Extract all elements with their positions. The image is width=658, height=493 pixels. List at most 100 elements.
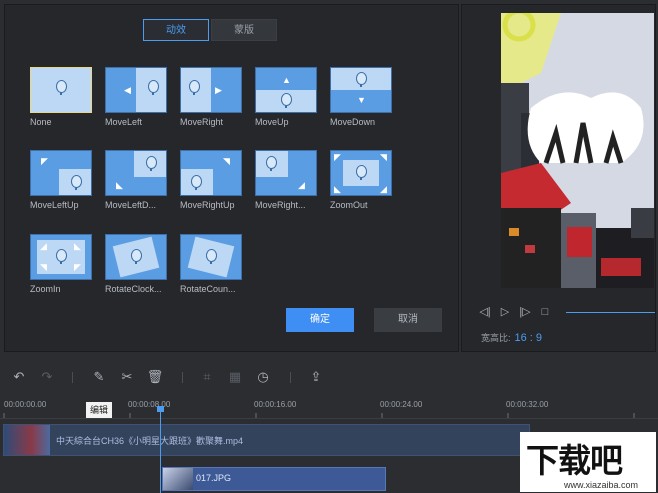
play-icon[interactable]: ▷ bbox=[498, 305, 512, 319]
next-frame-icon[interactable]: |▷ bbox=[518, 305, 532, 319]
aspect-ratio-label: 宽高比: bbox=[481, 333, 511, 343]
effect-zoom-out[interactable]: ◤ ◥ ◣ ◢ ZoomOut bbox=[330, 150, 392, 210]
arrow-up-icon: ▲ bbox=[282, 75, 291, 85]
effect-thumbnail[interactable]: ▼ bbox=[330, 67, 392, 113]
arrow-in-icon: ◥ bbox=[40, 262, 47, 272]
effect-thumbnail[interactable]: ◤ bbox=[30, 150, 92, 196]
video-clip[interactable]: 中天綜合台CH36《小明星大跟班》歡聚舞.mp4 bbox=[3, 424, 530, 456]
effect-label: MoveLeftUp bbox=[30, 200, 79, 210]
effect-move-left-down[interactable]: ◣ MoveLeftD... bbox=[105, 150, 167, 210]
effect-move-left-up[interactable]: ◤ MoveLeftUp bbox=[30, 150, 92, 210]
arrow-out-icon: ◥ bbox=[380, 152, 387, 162]
image-clip[interactable]: 017.JPG bbox=[162, 467, 386, 491]
effect-label: RotateCoun... bbox=[180, 284, 236, 294]
arrow-out-icon: ◢ bbox=[380, 184, 387, 194]
cut-icon[interactable]: ✂ bbox=[118, 368, 136, 386]
effect-none[interactable]: None bbox=[30, 67, 92, 127]
site-watermark: 下载吧 www.xiazaiba.com bbox=[520, 432, 656, 492]
edit-icon[interactable]: ✎ bbox=[90, 368, 108, 386]
effect-move-down[interactable]: ▼ MoveDown bbox=[330, 67, 392, 127]
toolbar-divider bbox=[182, 372, 183, 383]
tab-animation[interactable]: 动效 bbox=[143, 19, 209, 41]
effect-move-left[interactable]: ◀ MoveLeft bbox=[105, 67, 167, 127]
effect-thumbnail[interactable] bbox=[105, 234, 167, 280]
playback-progress-bar[interactable] bbox=[566, 312, 655, 313]
delete-icon[interactable]: 🗑 bbox=[146, 368, 164, 386]
speed-icon[interactable]: ◷ bbox=[254, 368, 272, 386]
arrow-down-left-icon: ◣ bbox=[116, 180, 123, 190]
balloon-icon bbox=[71, 175, 82, 190]
effect-move-right[interactable]: ▶ MoveRight bbox=[180, 67, 242, 127]
time-tick-label: 00:00:32.00 bbox=[506, 400, 549, 409]
effect-thumbnail[interactable]: ◢ bbox=[255, 150, 317, 196]
effect-label: None bbox=[30, 117, 52, 127]
edit-tooltip: 编辑 bbox=[86, 402, 112, 418]
effect-thumbnail[interactable]: ◤ ◥ ◣ ◢ bbox=[330, 150, 392, 196]
confirm-button[interactable]: 确定 bbox=[286, 308, 354, 332]
effect-thumbnail[interactable] bbox=[30, 67, 92, 113]
crop-icon[interactable]: ⌗ bbox=[198, 368, 216, 386]
effect-label: MoveRight... bbox=[255, 200, 306, 210]
playback-controls: ◁| ▷ |▷ □ bbox=[478, 305, 552, 319]
video-preview bbox=[501, 13, 654, 288]
balloon-icon bbox=[189, 80, 200, 95]
effect-zoom-in[interactable]: ◢ ◣ ◥ ◤ ZoomIn bbox=[30, 234, 92, 294]
cancel-button[interactable]: 取消 bbox=[374, 308, 442, 332]
undo-icon[interactable]: ↶ bbox=[10, 368, 28, 386]
playhead[interactable] bbox=[160, 406, 161, 493]
effect-move-right-down[interactable]: ◢ MoveRight... bbox=[255, 150, 317, 210]
effect-move-right-up[interactable]: ◥ MoveRightUp bbox=[180, 150, 242, 210]
effect-move-up[interactable]: ▲ MoveUp bbox=[255, 67, 317, 127]
arrow-out-icon: ◤ bbox=[334, 152, 341, 162]
effect-rotate-clockwise[interactable]: RotateClock... bbox=[105, 234, 167, 294]
tab-mask[interactable]: 蒙版 bbox=[211, 19, 277, 41]
export-icon[interactable]: ⇪ bbox=[307, 368, 325, 386]
effect-label: MoveRight bbox=[180, 117, 224, 127]
arrow-left-icon: ◀ bbox=[124, 85, 131, 95]
aspect-ratio: 宽高比: 16 : 9 bbox=[481, 331, 542, 344]
arrow-in-icon: ◢ bbox=[40, 241, 47, 251]
watermark-logo: 下载吧 bbox=[526, 441, 623, 480]
effect-thumbnail[interactable] bbox=[180, 234, 242, 280]
time-tick-label: 00:00:00.00 bbox=[4, 400, 47, 409]
aspect-ratio-value[interactable]: 16 : 9 bbox=[515, 332, 543, 344]
balloon-icon bbox=[281, 93, 292, 108]
arrow-up-left-icon: ◤ bbox=[41, 156, 48, 166]
effect-thumbnail[interactable]: ◢ ◣ ◥ ◤ bbox=[30, 234, 92, 280]
effect-label: ZoomIn bbox=[30, 284, 61, 294]
effect-thumbnail[interactable]: ▲ bbox=[255, 67, 317, 113]
effect-thumbnail[interactable]: ▶ bbox=[180, 67, 242, 113]
effect-label: MoveUp bbox=[255, 117, 289, 127]
prev-frame-icon[interactable]: ◁| bbox=[478, 305, 492, 319]
mosaic-icon[interactable]: ▦ bbox=[226, 368, 244, 386]
arrow-down-icon: ▼ bbox=[357, 95, 366, 105]
arrow-in-icon: ◤ bbox=[74, 262, 81, 272]
watermark-url: www.xiazaiba.com bbox=[564, 480, 639, 490]
toolbar-divider bbox=[290, 372, 291, 383]
redo-icon[interactable]: ↷ bbox=[38, 368, 56, 386]
balloon-icon bbox=[146, 156, 157, 171]
video-clip-thumbnail bbox=[4, 425, 50, 455]
effect-label: MoveLeftD... bbox=[105, 200, 157, 210]
balloon-icon bbox=[266, 156, 277, 171]
stop-icon[interactable]: □ bbox=[538, 305, 552, 319]
balloon-icon bbox=[131, 249, 142, 264]
effect-thumbnail[interactable]: ◀ bbox=[105, 67, 167, 113]
arrow-up-right-icon: ◥ bbox=[223, 156, 230, 166]
effect-thumbnail[interactable]: ◥ bbox=[180, 150, 242, 196]
edit-toolbar: ↶ ↷ ✎ ✂ 🗑 ⌗ ▦ ◷ ⇪ bbox=[0, 364, 658, 390]
effects-panel: 动效 蒙版 None ◀ MoveLeft ▶ MoveRight ▲ Move… bbox=[4, 4, 459, 352]
image-clip-name: 017.JPG bbox=[196, 473, 232, 483]
effect-rotate-counterclockwise[interactable]: RotateCoun... bbox=[180, 234, 242, 294]
balloon-icon bbox=[191, 175, 202, 190]
balloon-icon bbox=[356, 72, 367, 87]
balloon-icon bbox=[56, 80, 67, 95]
effect-thumbnail[interactable]: ◣ bbox=[105, 150, 167, 196]
balloon-icon bbox=[206, 249, 217, 264]
effect-label: ZoomOut bbox=[330, 200, 368, 210]
video-clip-name: 中天綜合台CH36《小明星大跟班》歡聚舞.mp4 bbox=[56, 436, 244, 446]
arrow-down-right-icon: ◢ bbox=[298, 180, 305, 190]
arrow-in-icon: ◣ bbox=[74, 241, 81, 251]
time-tick-label: 00:00:24.00 bbox=[380, 400, 423, 409]
balloon-icon bbox=[148, 80, 159, 95]
